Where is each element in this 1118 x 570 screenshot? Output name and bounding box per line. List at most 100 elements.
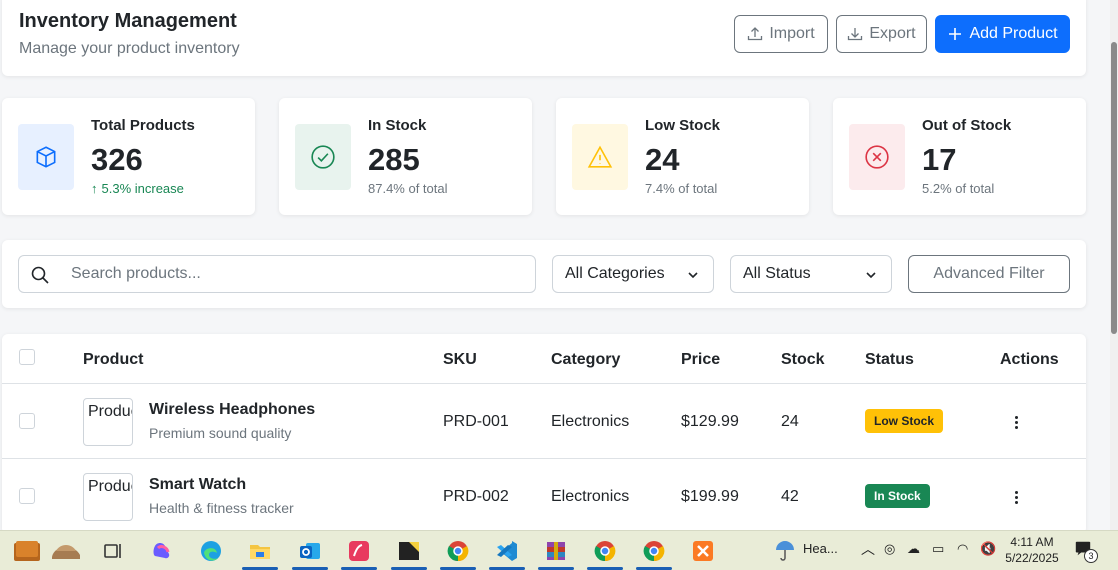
camera-icon[interactable]: ◎ xyxy=(884,541,895,557)
row-checkbox[interactable] xyxy=(19,413,35,429)
arrow-up-icon: ↑ xyxy=(91,181,98,196)
stat-note: 7.4% of total xyxy=(645,181,718,196)
column-header[interactable]: Price xyxy=(681,351,720,369)
product-name: Smart Watch xyxy=(149,476,247,493)
filter-bar: All Categories All Status Advanced Filte… xyxy=(2,240,1086,308)
status-badge: In Stock xyxy=(865,484,930,508)
copilot-icon[interactable] xyxy=(148,537,176,565)
file-explorer-icon[interactable] xyxy=(242,537,278,570)
product-description: Premium sound quality xyxy=(149,425,292,441)
sku-cell: PRD-001 xyxy=(443,413,509,430)
table-row[interactable]: Product Wireless Headphones Premium soun… xyxy=(2,384,1086,459)
upload-icon xyxy=(748,27,763,41)
import-label: Import xyxy=(769,25,815,42)
product-image: Product xyxy=(83,398,133,446)
product-table: Product SKU Category Price Stock Status … xyxy=(2,334,1086,530)
stat-value: 285 xyxy=(368,142,420,177)
export-button[interactable]: Export xyxy=(836,15,927,53)
weather-icon[interactable] xyxy=(771,537,799,565)
category-cell: Electronics xyxy=(551,413,630,430)
stat-note: 87.4% of total xyxy=(368,181,448,196)
search-input[interactable] xyxy=(71,256,521,292)
scrollbar-thumb[interactable] xyxy=(1111,42,1117,334)
product-description: Health & fitness tracker xyxy=(149,500,294,516)
chevron-up-icon[interactable]: ︿ xyxy=(861,539,875,559)
clock-date: 5/22/2025 xyxy=(1005,551,1059,565)
stat-label: Out of Stock xyxy=(922,117,1012,134)
notification-count: 3 xyxy=(1084,549,1098,563)
stock-cell: 24 xyxy=(781,413,799,430)
column-header[interactable]: Status xyxy=(865,351,914,369)
weather-label[interactable]: Hea... xyxy=(803,541,838,556)
box-icon xyxy=(18,124,74,190)
chrome-profile-icon[interactable] xyxy=(440,537,476,570)
stat-card-low-stock: Low Stock 24 7.4% of total xyxy=(556,98,809,215)
system-clock[interactable]: 4:11 AM 5/22/2025 xyxy=(1001,534,1063,566)
status-select-value: All Status xyxy=(743,265,811,282)
warning-icon xyxy=(572,124,628,190)
advanced-filter-button[interactable]: Advanced Filter xyxy=(908,255,1070,293)
clock-time: 4:11 AM xyxy=(1010,535,1054,549)
category-select-value: All Categories xyxy=(565,265,665,282)
page-scrollbar[interactable] xyxy=(1110,0,1118,530)
row-checkbox[interactable] xyxy=(19,488,35,504)
stat-label: Low Stock xyxy=(645,117,721,134)
battery-icon[interactable]: ▭ xyxy=(932,541,944,557)
product-image: Product xyxy=(83,473,133,521)
outlook-icon[interactable] xyxy=(292,537,328,570)
import-button[interactable]: Import xyxy=(734,15,828,53)
category-select[interactable]: All Categories xyxy=(552,255,714,293)
column-header[interactable]: Product xyxy=(83,351,143,369)
column-header[interactable]: SKU xyxy=(443,351,477,369)
check-circle-icon xyxy=(295,124,351,190)
column-header[interactable]: Category xyxy=(551,351,620,369)
status-badge: Low Stock xyxy=(865,409,944,433)
more-actions-icon[interactable] xyxy=(1008,487,1024,507)
product-name: Wireless Headphones xyxy=(149,401,316,418)
app-icon[interactable] xyxy=(341,537,377,570)
table-row[interactable]: Product Smart Watch Health & fitness tra… xyxy=(2,459,1086,530)
price-cell: $129.99 xyxy=(681,413,739,430)
stat-card-out-of-stock: Out of Stock 17 5.2% of total xyxy=(833,98,1086,215)
task-view-icon[interactable] xyxy=(99,537,127,565)
download-icon xyxy=(848,28,863,41)
volume-mute-icon[interactable]: 🔇 xyxy=(980,541,996,557)
search-icon xyxy=(31,266,49,284)
chrome-icon[interactable] xyxy=(587,537,623,570)
notification-icon[interactable]: 3 xyxy=(1074,539,1098,563)
price-cell: $199.99 xyxy=(681,488,739,505)
stat-card-in-stock: In Stock 285 87.4% of total xyxy=(279,98,532,215)
vscode-icon[interactable] xyxy=(489,537,525,570)
stat-card-total: Total Products 326 ↑ 5.3% increase xyxy=(2,98,255,215)
more-actions-icon[interactable] xyxy=(1008,412,1024,432)
stat-note-text: 5.3% increase xyxy=(101,181,184,196)
column-header[interactable]: Stock xyxy=(781,351,825,369)
stat-note: 5.2% of total xyxy=(922,181,995,196)
add-product-button[interactable]: Add Product xyxy=(935,15,1070,53)
edge-icon[interactable] xyxy=(197,537,225,565)
inventory-page: Inventory Management Manage your product… xyxy=(0,0,1110,530)
sticky-notes-icon[interactable] xyxy=(391,537,427,570)
wifi-icon[interactable]: ◠ xyxy=(957,541,968,557)
add-product-label: Add Product xyxy=(969,25,1058,42)
page-header: Inventory Management Manage your product… xyxy=(2,0,1086,76)
plus-icon xyxy=(949,28,962,40)
status-select[interactable]: All Status xyxy=(730,255,892,293)
select-all-checkbox[interactable] xyxy=(19,349,35,365)
page-subtitle: Manage your product inventory xyxy=(19,40,240,57)
column-header: Actions xyxy=(1000,351,1059,368)
windows-taskbar: Hea... ︿ ◎ ☁ ▭ ◠ 🔇 4:11 AM 5/22/2025 3 xyxy=(0,530,1118,570)
cloud-icon[interactable]: ☁ xyxy=(907,541,920,557)
winrar-icon[interactable] xyxy=(538,537,574,570)
advanced-filter-label: Advanced Filter xyxy=(933,265,1045,282)
x-circle-icon xyxy=(849,124,905,190)
stat-value: 24 xyxy=(645,142,680,177)
chrome-icon[interactable] xyxy=(636,537,672,570)
category-cell: Electronics xyxy=(551,488,630,505)
stat-label: In Stock xyxy=(368,117,427,134)
xampp-icon[interactable] xyxy=(689,537,717,565)
page-title: Inventory Management xyxy=(19,10,237,32)
export-label: Export xyxy=(869,25,916,42)
widgets-icon[interactable] xyxy=(12,537,84,565)
stat-note: ↑ 5.3% increase xyxy=(91,181,184,196)
